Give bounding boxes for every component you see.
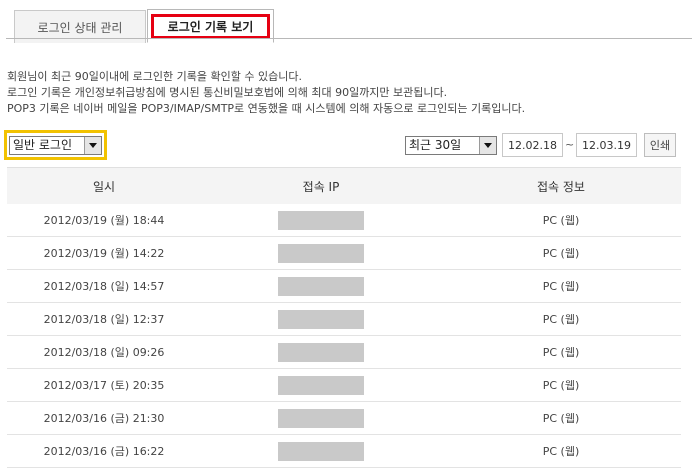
login-type-dropdown-button[interactable] — [84, 137, 101, 154]
date-from-value: 12.02.18 — [508, 138, 557, 152]
table-row: 2012/03/18 (일) 14:57 PC (웹) — [7, 270, 681, 303]
header-ip: 접속 IP — [302, 179, 340, 194]
row-info: PC (웹) — [542, 280, 580, 293]
header-info: 접속 정보 — [537, 179, 585, 194]
masked-ip — [278, 309, 364, 329]
date-to-field[interactable]: 12.03.19 — [576, 133, 637, 157]
login-type-select[interactable]: 일반 로그인 — [9, 136, 102, 155]
row-info: PC (웹) — [542, 214, 580, 227]
row-info: PC (웹) — [542, 412, 580, 425]
row-ip — [201, 342, 441, 362]
row-info: PC (웹) — [542, 313, 580, 326]
row-datetime: 2012/03/17 (토) 20:35 — [43, 379, 165, 392]
table-row: 2012/03/18 (일) 12:37 PC (웹) — [7, 303, 681, 336]
date-range-separator: ~ — [565, 138, 575, 151]
row-info: PC (웹) — [542, 379, 580, 392]
chevron-down-icon — [89, 143, 97, 148]
table-row: 2012/03/17 (토) 20:35 PC (웹) — [7, 369, 681, 402]
login-type-value: 일반 로그인 — [13, 138, 73, 152]
row-ip — [201, 243, 441, 263]
masked-ip — [278, 375, 364, 395]
table-row: 2012/03/16 (금) 16:22 PC (웹) — [7, 435, 681, 468]
table-row: 2012/03/18 (일) 09:26 PC (웹) — [7, 336, 681, 369]
masked-ip — [278, 408, 364, 428]
masked-ip — [278, 210, 364, 230]
row-ip — [201, 210, 441, 230]
row-datetime: 2012/03/18 (일) 12:37 — [43, 313, 165, 326]
chevron-down-icon — [484, 143, 492, 148]
login-type-highlight: 일반 로그인 — [4, 130, 107, 160]
row-info: PC (웹) — [542, 346, 580, 359]
description-line: 회원님이 최근 90일이내에 로그인한 기록을 확인할 수 있습니다. — [7, 70, 302, 83]
row-datetime: 2012/03/18 (일) 09:26 — [43, 346, 165, 359]
row-datetime: 2012/03/19 (월) 18:44 — [43, 214, 165, 227]
login-history-table: 일시 접속 IP 접속 정보 2012/03/19 (월) 18:44 PC (… — [7, 167, 681, 468]
tab-divider — [6, 38, 692, 39]
period-select[interactable]: 최근 30일 — [405, 136, 497, 155]
table-row: 2012/03/19 (월) 14:22 PC (웹) — [7, 237, 681, 270]
row-ip — [201, 375, 441, 395]
masked-ip — [278, 276, 364, 296]
row-ip — [201, 408, 441, 428]
header-datetime: 일시 — [92, 179, 116, 194]
row-datetime: 2012/03/16 (금) 21:30 — [43, 412, 165, 425]
table-row: 2012/03/16 (금) 21:30 PC (웹) — [7, 402, 681, 435]
tab-login-history-label: 로그인 기록 보기 — [167, 19, 254, 34]
table-header: 일시 접속 IP 접속 정보 — [7, 167, 681, 204]
tab-bar: 로그인 상태 관리 로그인 기록 보기 — [6, 4, 692, 43]
date-to-value: 12.03.19 — [582, 138, 631, 152]
table-row: 2012/03/19 (월) 18:44 PC (웹) — [7, 204, 681, 237]
row-datetime: 2012/03/19 (월) 14:22 — [43, 247, 165, 260]
print-button[interactable]: 인쇄 — [644, 133, 676, 157]
masked-ip — [278, 243, 364, 263]
description: 회원님이 최근 90일이내에 로그인한 기록을 확인할 수 있습니다. 로그인 … — [7, 69, 525, 117]
row-ip — [201, 309, 441, 329]
tab-login-status-label: 로그인 상태 관리 — [37, 20, 123, 35]
date-from-field[interactable]: 12.02.18 — [502, 133, 563, 157]
row-info: PC (웹) — [542, 445, 580, 458]
row-info: PC (웹) — [542, 247, 580, 260]
period-dropdown-button[interactable] — [479, 137, 496, 154]
row-ip — [201, 276, 441, 296]
description-line: 로그인 기록은 개인정보취급방침에 명시된 통신비밀보호법에 의해 최대 90일… — [7, 86, 448, 99]
masked-ip — [278, 342, 364, 362]
print-button-label: 인쇄 — [649, 139, 671, 152]
masked-ip — [278, 441, 364, 461]
period-value: 최근 30일 — [409, 138, 462, 152]
row-datetime: 2012/03/18 (일) 14:57 — [43, 280, 165, 293]
row-ip — [201, 441, 441, 461]
row-datetime: 2012/03/16 (금) 16:22 — [43, 445, 165, 458]
description-line: POP3 기록은 네이버 메일을 POP3/IMAP/SMTP로 연동했을 때 … — [7, 102, 526, 115]
